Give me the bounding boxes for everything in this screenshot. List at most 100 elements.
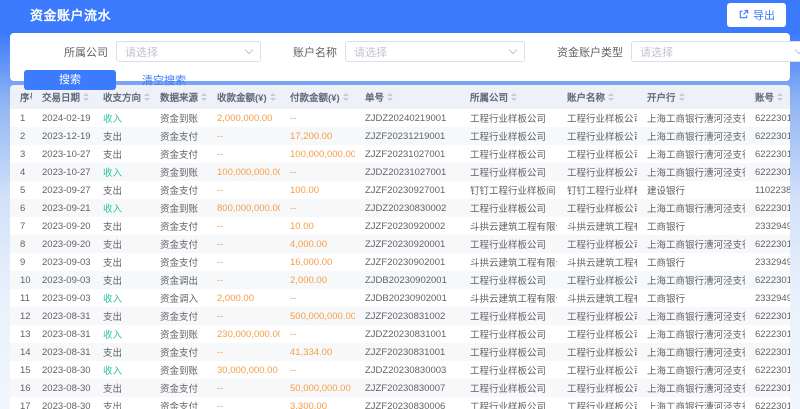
sort-icon[interactable] (343, 93, 349, 101)
sort-icon[interactable] (777, 93, 783, 101)
cell-source: 资金到账 (150, 111, 207, 125)
cell-account_name: 斗拱云建筑工程有限公司 (557, 219, 637, 233)
table-row: 132023-08-31收入资金到账230,000,000.00--ZJDZ20… (10, 325, 790, 343)
chevron-down-icon (795, 46, 800, 54)
cell-account_no: 622230111 (745, 347, 790, 358)
filter-label-account-name: 账户名称 (293, 44, 337, 60)
cell-index: 1 (10, 113, 32, 124)
cell-pay: 100.00 (280, 185, 355, 196)
column-header-pay[interactable]: 付款金额(¥) (280, 90, 355, 104)
cell-pay: 17,200.00 (280, 131, 355, 142)
clear-search-button[interactable]: 清空搜索 (142, 72, 186, 88)
cell-index: 9 (10, 257, 32, 268)
column-label: 序号 (20, 90, 32, 104)
cell-pay: -- (280, 365, 355, 376)
company-select-placeholder: 请选择 (125, 44, 158, 60)
cell-direction: 支出 (93, 219, 150, 233)
cell-account_name: 工程行业样板公司 (557, 237, 637, 251)
cell-account_name: 工程行业样板公司 (557, 165, 637, 179)
cell-direction: 收入 (93, 363, 150, 377)
column-header-date[interactable]: 交易日期 (32, 90, 93, 104)
cell-index: 11 (10, 293, 32, 304)
cell-pay: 50,000,000.00 (280, 383, 355, 394)
cell-company: 工程行业样板公司 (460, 309, 557, 323)
sort-icon[interactable] (270, 93, 276, 101)
cell-company: 斗拱云建筑工程有限公司 (460, 255, 557, 269)
cell-pay: 16,000.00 (280, 257, 355, 268)
cell-account_no: 622230111 (745, 401, 790, 409)
cell-order_no: ZJDZ20240219001 (355, 113, 460, 124)
cell-pay: 3,300.00 (280, 401, 355, 409)
sort-icon[interactable] (679, 93, 685, 101)
account-name-select[interactable]: 请选择 (345, 41, 525, 62)
cell-receive: -- (207, 185, 280, 196)
cell-order_no: ZJZF20230920001 (355, 239, 460, 250)
cell-index: 7 (10, 221, 32, 232)
filter-panel: 所属公司 请选择 账户名称 请选择 资金账户类型 请选择 展开筛选 搜索 (10, 33, 790, 81)
table-row: 82023-09-20支出资金支付--4,000.00ZJZF202309200… (10, 235, 790, 253)
cell-source: 资金到账 (150, 363, 207, 377)
cell-bank: 上海工商银行漕河泾支行 (637, 309, 745, 323)
cell-receive: 30,000,000.00 (207, 365, 280, 376)
column-header-order_no[interactable]: 单号 (355, 90, 460, 104)
account-type-select-placeholder: 请选择 (640, 44, 673, 60)
cell-company: 工程行业样板公司 (460, 327, 557, 341)
table-row: 92023-09-03支出资金支付--16,000.00ZJZF20230902… (10, 253, 790, 271)
sort-icon[interactable] (608, 93, 614, 101)
cell-account_no: 622230111 (745, 239, 790, 250)
column-header-account_name[interactable]: 账户名称 (557, 90, 637, 104)
sort-icon[interactable] (83, 93, 89, 101)
cell-direction: 支出 (93, 147, 150, 161)
cell-bank: 工商银行 (637, 255, 745, 269)
cell-source: 资金支付 (150, 255, 207, 269)
cell-date: 2023-08-31 (32, 329, 93, 340)
cell-source: 资金到账 (150, 327, 207, 341)
cell-date: 2023-08-30 (32, 383, 93, 394)
column-header-account_no[interactable]: 账号 (745, 90, 790, 104)
cell-account_no: 622230111 (745, 203, 790, 214)
table-body: 12024-02-19收入资金到账2,000,000.00--ZJDZ20240… (10, 109, 790, 409)
cell-date: 2023-09-20 (32, 239, 93, 250)
search-button[interactable]: 搜索 (24, 70, 116, 90)
cell-receive: 2,000.00 (207, 293, 280, 304)
cell-receive: -- (207, 311, 280, 322)
table-row: 12024-02-19收入资金到账2,000,000.00--ZJDZ20240… (10, 109, 790, 127)
sort-icon[interactable] (387, 93, 393, 101)
cell-bank: 上海工商银行漕河泾支行 (637, 111, 745, 125)
cell-source: 资金支付 (150, 147, 207, 161)
cell-direction: 收入 (93, 291, 150, 305)
page-title: 资金账户流水 (30, 5, 111, 24)
column-label: 账号 (755, 90, 774, 104)
cell-company: 工程行业样板公司 (460, 201, 557, 215)
cell-receive: 2,000,000.00 (207, 113, 280, 124)
cell-pay: 4,000.00 (280, 239, 355, 250)
cell-source: 资金支付 (150, 399, 207, 409)
export-button[interactable]: 导出 (727, 3, 786, 27)
cell-company: 工程行业样板公司 (460, 129, 557, 143)
cell-company: 钉钉工程行业样板间 (460, 183, 557, 197)
cell-account_no: 622230111 (745, 149, 790, 160)
column-header-direction[interactable]: 收支方向 (93, 90, 150, 104)
sort-icon[interactable] (511, 93, 517, 101)
column-header-receive[interactable]: 收款金额(¥) (207, 90, 280, 104)
cell-source: 资金支付 (150, 219, 207, 233)
cell-date: 2023-12-19 (32, 131, 93, 142)
cell-direction: 支出 (93, 273, 150, 287)
cell-direction: 收入 (93, 327, 150, 341)
flow-table: 序号交易日期收支方向数据来源收款金额(¥)付款金额(¥)单号所属公司账户名称开户… (10, 85, 790, 409)
cell-company: 工程行业样板公司 (460, 165, 557, 179)
cell-account_name: 钉钉工程行业样板间 (557, 183, 637, 197)
cell-account_name: 工程行业样板公司 (557, 273, 637, 287)
cell-order_no: ZJDZ20231027001 (355, 167, 460, 178)
cell-receive: -- (207, 257, 280, 268)
cell-account_name: 工程行业样板公司 (557, 345, 637, 359)
column-header-company[interactable]: 所属公司 (460, 90, 557, 104)
column-header-source[interactable]: 数据来源 (150, 90, 207, 104)
company-select[interactable]: 请选择 (116, 41, 261, 62)
cell-direction: 支出 (93, 129, 150, 143)
column-header-bank[interactable]: 开户行 (637, 90, 745, 104)
cell-account_no: 622230111 (745, 113, 790, 124)
filter-label-company: 所属公司 (64, 44, 108, 60)
table-row: 72023-09-20支出资金支付--10.00ZJZF20230920002斗… (10, 217, 790, 235)
account-type-select[interactable]: 请选择 (631, 41, 800, 62)
